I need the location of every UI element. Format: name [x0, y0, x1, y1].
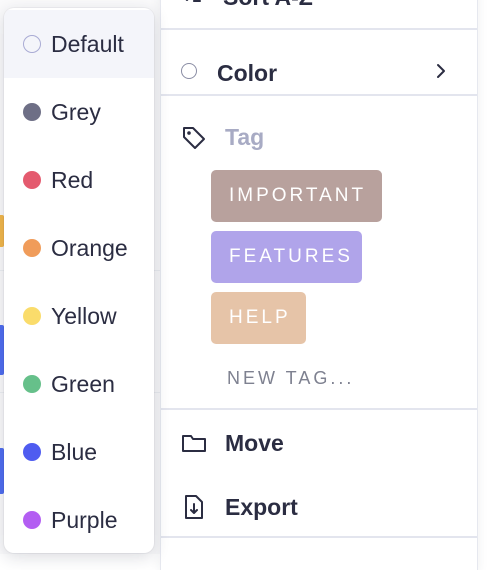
color-option-purple[interactable]: Purple	[4, 486, 154, 553]
color-swatch-red	[23, 171, 41, 189]
sort-az-icon	[183, 0, 205, 9]
menu-item-sort[interactable]: Sort A-Z	[161, 0, 477, 18]
color-swatch-orange	[23, 239, 41, 257]
new-tag-button[interactable]: NEW TAG...	[227, 368, 354, 389]
export-file-icon	[183, 494, 205, 525]
tag-chip-label: IMPORTANT	[229, 185, 367, 206]
color-swatch-default	[23, 35, 41, 53]
color-option-red[interactable]: Red	[4, 146, 154, 214]
menu-item-tag-label: Tag	[225, 124, 265, 150]
tag-icon	[181, 125, 207, 156]
color-option-blue[interactable]: Blue	[4, 418, 154, 486]
tag-chip-label: FEATURES	[229, 246, 353, 267]
folder-icon	[181, 432, 207, 459]
menu-item-move-label: Move	[225, 430, 284, 456]
menu-item-color-label: Color	[217, 60, 278, 86]
context-menu: Sort A-Z Color Tag IMPORTANT FEATURES HE…	[160, 0, 478, 570]
color-option-label: Yellow	[51, 302, 117, 329]
color-swatch-yellow	[23, 307, 41, 325]
radio-circle-icon	[181, 63, 197, 79]
menu-divider	[161, 536, 477, 538]
color-option-label: Purple	[51, 506, 118, 533]
color-option-default[interactable]: Default	[4, 10, 154, 78]
color-swatch-green	[23, 375, 41, 393]
color-option-orange[interactable]: Orange	[4, 214, 154, 282]
menu-item-export-label: Export	[225, 494, 298, 520]
color-option-label: Default	[51, 30, 124, 57]
color-option-label: Grey	[51, 98, 101, 125]
menu-item-sort-label: Sort A-Z	[223, 0, 313, 11]
tag-chip-important[interactable]: IMPORTANT	[211, 170, 382, 222]
color-option-yellow[interactable]: Yellow	[4, 282, 154, 350]
color-option-label: Orange	[51, 234, 128, 261]
menu-divider	[161, 28, 477, 30]
menu-divider	[161, 94, 477, 96]
menu-item-move[interactable]: Move	[161, 422, 477, 462]
color-swatch-purple	[23, 511, 41, 529]
menu-item-export[interactable]: Export	[161, 486, 477, 526]
menu-item-tag[interactable]: Tag	[161, 115, 477, 155]
color-option-label: Blue	[51, 438, 98, 465]
chevron-right-icon	[435, 62, 447, 85]
color-option-label: Green	[51, 370, 115, 397]
menu-item-color[interactable]: Color	[161, 50, 477, 94]
tag-chip-help[interactable]: HELP	[211, 292, 306, 344]
color-option-grey[interactable]: Grey	[4, 78, 154, 146]
color-option-label: Red	[51, 166, 94, 193]
color-option-green[interactable]: Green	[4, 350, 154, 418]
menu-divider	[161, 408, 477, 410]
color-swatch-blue	[23, 443, 41, 461]
color-swatch-grey	[23, 103, 41, 121]
color-submenu: Default Grey Red Orange Yellow Green Blu…	[4, 8, 154, 553]
tag-chip-label: HELP	[229, 307, 291, 328]
tag-chip-features[interactable]: FEATURES	[211, 231, 362, 283]
